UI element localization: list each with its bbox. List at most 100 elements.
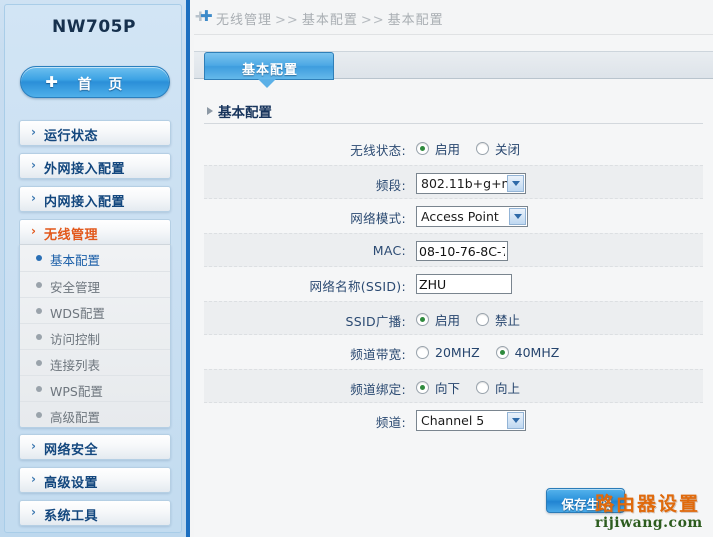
sidebar-panel: NW705P ✚ 首 页 › 运行状态 › 外网接入配置 › 内网接入配置 › 无线管理 基本配…: [4, 4, 182, 533]
field-label: 频道带宽:: [350, 347, 406, 362]
triangle-right-icon: [207, 107, 213, 115]
sidebar-subitem-1[interactable]: 安全管理: [20, 271, 170, 297]
tab-basic-config[interactable]: 基本配置: [204, 52, 334, 80]
section-header: 基本配置: [204, 98, 703, 124]
sidebar-subitem-6[interactable]: 高级配置: [20, 401, 170, 427]
chevron-down-icon[interactable]: [507, 174, 524, 192]
home-button-label: 首 页: [77, 77, 129, 93]
field-control: 20MHZ 40MHZ: [416, 335, 575, 369]
field-label: 频道:: [375, 415, 406, 430]
sidebar-group: › 系统工具: [19, 500, 171, 526]
field-label: 频道绑定:: [350, 382, 406, 397]
chevron-right-icon: ›: [31, 439, 36, 453]
chevron-right-icon: ›: [31, 125, 36, 139]
sidebar-group: › 运行状态: [19, 120, 171, 146]
radio-label: 禁止: [495, 312, 521, 328]
sidebar-subitem-2[interactable]: WDS配置: [20, 297, 170, 323]
field-label: 无线状态:: [350, 143, 406, 158]
sidebar-item-4[interactable]: › 网络安全: [19, 434, 171, 460]
radio-button[interactable]: [416, 380, 429, 394]
sidebar-group: › 内网接入配置: [19, 186, 171, 212]
radio-button[interactable]: [416, 312, 429, 326]
select-value: Channel 5: [421, 412, 485, 428]
field-label: SSID广播:: [345, 314, 406, 329]
select-value: 802.11b+g+n: [421, 175, 510, 191]
field-control: Access Point: [416, 199, 528, 233]
sidebar-group: › 无线管理基本配置 安全管理 WDS配置 访问控制 连接列表 WPS配置高级配置: [19, 219, 171, 428]
select-dropdown[interactable]: Access Point: [416, 205, 528, 227]
field-label: MAC:: [372, 243, 406, 258]
select-dropdown[interactable]: 802.11b+g+n: [416, 172, 526, 194]
home-button[interactable]: ✚ 首 页: [20, 66, 170, 98]
form-row: 频段: 802.11b+g+n: [204, 165, 703, 199]
field-control: 向下 向上: [416, 370, 536, 404]
radio-button[interactable]: [476, 380, 490, 394]
sidebar-subitem-4[interactable]: 连接列表: [20, 349, 170, 375]
radio-button[interactable]: [495, 345, 509, 359]
chevron-right-icon: ›: [31, 158, 36, 172]
bullet-icon: [36, 334, 42, 340]
plus-nav-icon: ✚ ✚: [195, 7, 213, 25]
breadcrumb-separator: >>: [360, 13, 385, 28]
sidebar-item-label: 系统工具: [44, 509, 99, 524]
radio-option[interactable]: 启用: [416, 139, 460, 158]
form-row: 频道绑定: 向下 向上: [204, 369, 703, 403]
chevron-down-icon[interactable]: [509, 207, 526, 225]
sidebar-item-6[interactable]: › 系统工具: [19, 500, 171, 526]
sidebar-subitem-label: 高级配置: [50, 410, 101, 425]
main-content: 基本配置 基本配置 无线状态: 启用 关闭频段: 802.11b+g+n 网络模式: Ac…: [194, 34, 713, 537]
chevron-right-icon: ›: [31, 191, 36, 205]
form-row: 网络模式: Access Point: [204, 199, 703, 233]
sidebar-item-label: 内网接入配置: [44, 195, 126, 210]
radio-button[interactable]: [416, 345, 429, 359]
radio-label: 关闭: [495, 141, 521, 157]
field-control: 启用 关闭: [416, 131, 536, 165]
breadcrumb-separator: >>: [275, 13, 299, 28]
breadcrumb-item[interactable]: 基本配置: [302, 13, 358, 28]
chevron-right-icon: ›: [31, 472, 36, 486]
chevron-down-icon[interactable]: [507, 411, 524, 429]
tab-bar: 基本配置: [194, 51, 713, 80]
radio-option[interactable]: 关闭: [476, 139, 520, 158]
sidebar-subitem-5[interactable]: WPS配置: [20, 375, 170, 401]
select-dropdown[interactable]: Channel 5: [416, 409, 526, 431]
radio-button[interactable]: [476, 141, 490, 155]
sidebar-subitem-label: WPS配置: [50, 384, 103, 399]
sidebar-item-5[interactable]: › 高级设置: [19, 467, 171, 493]
radio-button[interactable]: [416, 141, 429, 155]
sidebar-item-3[interactable]: › 无线管理: [19, 219, 171, 245]
radio-option[interactable]: 20MHZ: [416, 345, 480, 360]
radio-option[interactable]: 40MHZ: [495, 345, 559, 360]
router-admin-page: NW705P ✚ 首 页 › 运行状态 › 外网接入配置 › 内网接入配置 › 无线管理 基本配…: [0, 0, 713, 537]
radio-label: 向下: [435, 380, 461, 396]
text-input[interactable]: [416, 241, 508, 261]
sidebar-item-2[interactable]: › 内网接入配置: [19, 186, 171, 212]
form-row: 频道带宽: 20MHZ 40MHZ: [204, 335, 703, 369]
radio-button[interactable]: [476, 312, 490, 326]
section-title: 基本配置: [218, 105, 272, 121]
radio-option[interactable]: 向下: [416, 378, 460, 397]
breadcrumb-item: 基本配置: [387, 13, 444, 28]
field-control: 802.11b+g+n: [416, 166, 526, 200]
field-label: 网络名称(SSID):: [309, 279, 406, 294]
sidebar-item-1[interactable]: › 外网接入配置: [19, 153, 171, 179]
field-label: 频段:: [375, 178, 406, 193]
breadcrumb-item[interactable]: 无线管理: [216, 13, 272, 28]
sidebar-item-0[interactable]: › 运行状态: [19, 120, 171, 146]
breadcrumb: 无线管理 >> 基本配置 >> 基本配置: [216, 9, 444, 28]
field-control: Channel 5: [416, 403, 526, 437]
text-input[interactable]: [416, 274, 512, 294]
form-row: 无线状态: 启用 关闭: [204, 131, 703, 165]
radio-option[interactable]: 启用: [416, 310, 460, 329]
radio-option[interactable]: 禁止: [476, 310, 520, 329]
bullet-icon: [36, 282, 42, 288]
field-control: 启用 禁止: [416, 302, 536, 336]
radio-label: 启用: [435, 312, 461, 328]
radio-option[interactable]: 向上: [476, 378, 520, 397]
sidebar-subitem-3[interactable]: 访问控制: [20, 323, 170, 349]
sidebar-item-label: 无线管理: [44, 228, 99, 243]
save-button[interactable]: 保存生效: [546, 488, 625, 513]
sidebar-group: › 网络安全: [19, 434, 171, 460]
sidebar-subitem-0[interactable]: 基本配置: [20, 245, 170, 271]
chevron-right-icon: ›: [31, 224, 36, 238]
